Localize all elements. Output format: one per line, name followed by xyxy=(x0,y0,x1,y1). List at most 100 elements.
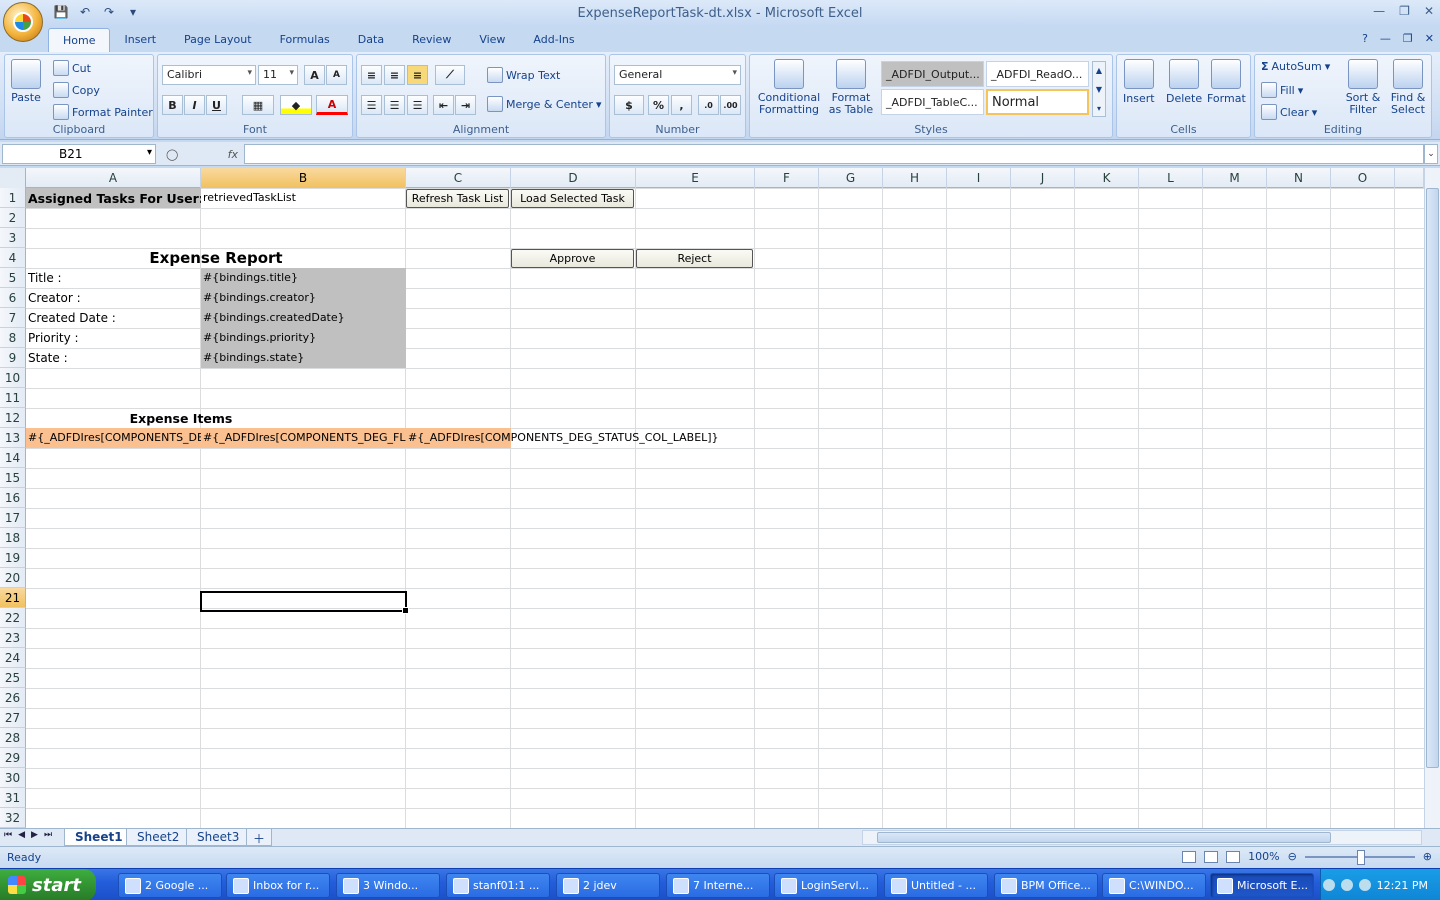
tray-icon[interactable] xyxy=(1322,879,1335,891)
tab-add-ins[interactable]: Add-Ins xyxy=(519,28,588,52)
taskbar-item-google[interactable]: 2 Google ... xyxy=(118,873,222,898)
row-header[interactable]: 27 xyxy=(0,708,26,728)
row-header[interactable]: 17 xyxy=(0,508,26,528)
taskbar-item-loginservlet[interactable]: LoginServl... xyxy=(774,873,878,898)
column-header-p[interactable] xyxy=(1395,168,1424,188)
sheet-tab-3[interactable]: Sheet3 xyxy=(186,829,251,846)
cut-button[interactable]: Cut xyxy=(53,60,91,76)
autosum-button[interactable]: Σ AutoSum ▾ xyxy=(1261,60,1330,73)
zoom-in-icon[interactable]: ⊕ xyxy=(1423,850,1432,863)
font-color-button[interactable]: A xyxy=(316,95,348,115)
delete-cells-button[interactable]: Delete xyxy=(1166,59,1202,105)
column-header-l[interactable]: L xyxy=(1139,168,1203,188)
orientation-button[interactable]: ⟋ xyxy=(435,65,465,85)
select-all-button[interactable] xyxy=(0,168,26,188)
taskbar-item-inbox[interactable]: Inbox for r... xyxy=(226,873,330,898)
number-format-combo[interactable]: General xyxy=(614,65,741,85)
row-header[interactable]: 4 xyxy=(0,248,26,268)
next-sheet-icon[interactable]: ▶ xyxy=(31,830,38,840)
format-painter-button[interactable]: Format Painter xyxy=(53,104,153,120)
name-box[interactable]: B21 xyxy=(2,144,156,164)
tab-review[interactable]: Review xyxy=(398,28,465,52)
tab-data[interactable]: Data xyxy=(344,28,398,52)
row-header[interactable]: 20 xyxy=(0,568,26,588)
workbook-minimize-icon[interactable]: — xyxy=(1380,32,1391,45)
column-header-b[interactable]: B xyxy=(201,168,406,188)
percent-button[interactable]: % xyxy=(648,95,669,115)
row-header[interactable]: 1 xyxy=(0,188,26,208)
column-header-e[interactable]: E xyxy=(636,168,755,188)
grow-font-button[interactable]: A xyxy=(304,65,325,85)
prev-sheet-icon[interactable]: ◀ xyxy=(18,830,25,840)
expand-formula-bar-icon[interactable]: ⌄ xyxy=(1424,144,1438,164)
cell-b13[interactable]: #{_ADFDIres[COMPONENTS_DEG_FLAGG xyxy=(201,428,406,448)
cell-b5-title-binding[interactable]: #{bindings.title} xyxy=(201,268,406,288)
workbook-restore-icon[interactable]: ❐ xyxy=(1403,32,1413,45)
row-header[interactable]: 13 xyxy=(0,428,26,448)
column-header-d[interactable]: D xyxy=(511,168,636,188)
insert-function-button[interactable]: fx xyxy=(228,148,238,161)
first-sheet-icon[interactable]: ⏮ xyxy=(4,830,12,840)
cell-a13[interactable]: #{_ADFDIres[COMPONENTS_DEG_ xyxy=(26,428,201,448)
currency-button[interactable]: $ xyxy=(614,95,644,115)
tray-icon[interactable] xyxy=(1340,879,1353,891)
zoom-out-icon[interactable]: ⊖ xyxy=(1288,850,1297,863)
horizontal-scroll-thumb[interactable] xyxy=(877,832,1331,843)
row-header[interactable]: 24 xyxy=(0,648,26,668)
wrap-text-button[interactable]: Wrap Text xyxy=(487,67,560,83)
row-header[interactable]: 26 xyxy=(0,688,26,708)
cell-b6-creator-binding[interactable]: #{bindings.creator} xyxy=(201,288,406,308)
row-header[interactable]: 6 xyxy=(0,288,26,308)
underline-button[interactable]: U xyxy=(206,95,227,115)
row-header[interactable]: 16 xyxy=(0,488,26,508)
paste-button[interactable]: Paste xyxy=(11,59,41,104)
column-header-a[interactable]: A xyxy=(26,168,201,188)
insert-cells-button[interactable]: Insert xyxy=(1123,59,1155,105)
cell-b8-priority-binding[interactable]: #{bindings.priority} xyxy=(201,328,406,348)
start-button[interactable]: start xyxy=(0,869,96,900)
horizontal-scrollbar[interactable] xyxy=(862,830,1422,845)
comma-button[interactable]: , xyxy=(671,95,692,115)
find-select-button[interactable]: Find & Select xyxy=(1387,59,1429,116)
column-header-f[interactable]: F xyxy=(755,168,819,188)
row-header[interactable]: 5 xyxy=(0,268,26,288)
cell-b7-created-date-binding[interactable]: #{bindings.createdDate} xyxy=(201,308,406,328)
restore-icon[interactable]: ❐ xyxy=(1399,4,1410,18)
load-selected-task-button[interactable]: Load Selected Task xyxy=(511,189,634,208)
tab-view[interactable]: View xyxy=(465,28,519,52)
tab-home[interactable]: Home xyxy=(48,28,111,52)
office-button[interactable] xyxy=(3,2,43,42)
tab-page-layout[interactable]: Page Layout xyxy=(170,28,266,52)
workbook-close-icon[interactable]: ✕ xyxy=(1425,32,1434,45)
align-center-button[interactable]: ☰ xyxy=(384,95,405,115)
row-header[interactable]: 14 xyxy=(0,448,26,468)
row-header[interactable]: 12 xyxy=(0,408,26,428)
row-header[interactable]: 8 xyxy=(0,328,26,348)
cell-b1[interactable]: retrievedTaskList xyxy=(201,188,406,208)
row-header[interactable]: 2 xyxy=(0,208,26,228)
clear-button[interactable]: Clear ▾ xyxy=(1261,104,1317,120)
increase-decimal-button[interactable]: .0 xyxy=(698,95,719,115)
normal-view-icon[interactable] xyxy=(1182,850,1197,863)
align-middle-button[interactable]: ≡ xyxy=(384,65,405,85)
style-adfdi-readonly[interactable]: _ADFDI_ReadO... xyxy=(986,61,1089,87)
increase-indent-button[interactable]: ⇥ xyxy=(455,95,476,115)
reject-button[interactable]: Reject xyxy=(636,249,753,268)
taskbar-item-excel[interactable]: Microsoft E... xyxy=(1210,873,1314,898)
column-header-h[interactable]: H xyxy=(883,168,947,188)
row-header[interactable]: 19 xyxy=(0,548,26,568)
insert-sheet-icon[interactable]: ＋ xyxy=(246,829,273,846)
vertical-scroll-thumb[interactable] xyxy=(1426,188,1439,768)
align-right-button[interactable]: ☰ xyxy=(407,95,428,115)
column-header-c[interactable]: C xyxy=(406,168,511,188)
cell-c13[interactable]: #{_ADFDIres[COMPONENTS_DEG_STATUS_COL_LA… xyxy=(406,428,806,448)
row-header[interactable]: 22 xyxy=(0,608,26,628)
tab-insert[interactable]: Insert xyxy=(110,28,170,52)
help-icon[interactable]: ? xyxy=(1362,32,1368,45)
selected-cell-b21[interactable] xyxy=(200,591,409,614)
bold-button[interactable]: B xyxy=(162,95,183,115)
row-header[interactable]: 7 xyxy=(0,308,26,328)
style-adfdi-tablecell[interactable]: _ADFDI_TableC... xyxy=(881,89,984,115)
zoom-slider[interactable] xyxy=(1304,849,1415,865)
column-header-m[interactable]: M xyxy=(1203,168,1267,188)
